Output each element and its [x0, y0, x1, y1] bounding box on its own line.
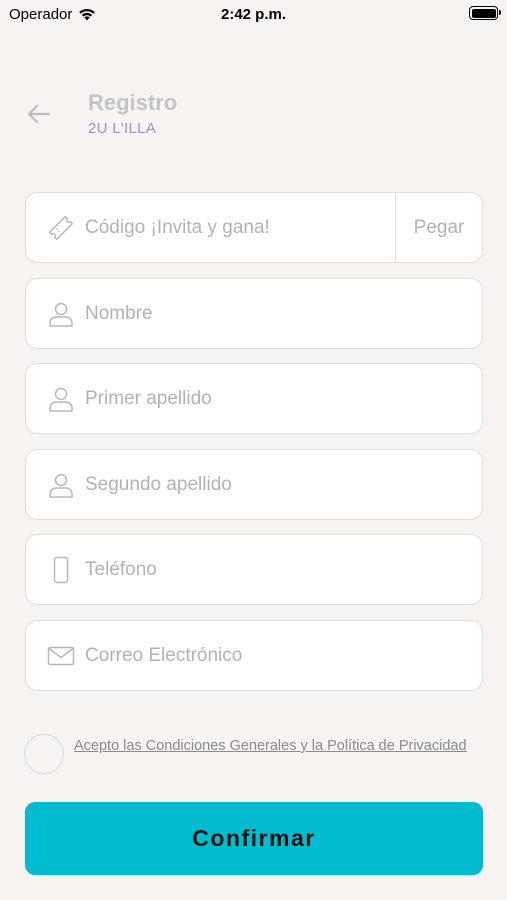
email-input[interactable] — [85, 621, 482, 690]
battery-icon — [469, 6, 501, 20]
mail-icon — [46, 641, 76, 671]
second-surname-input[interactable] — [85, 450, 482, 519]
page-subtitle: 2U L'ILLA — [88, 120, 157, 137]
status-bar: Operador 2:42 p.m. — [0, 0, 507, 30]
terms-link[interactable]: Acepto las Condiciones Generales y la Po… — [74, 736, 474, 756]
email-field[interactable] — [25, 620, 483, 691]
first-name-field[interactable] — [25, 278, 483, 349]
first-surname-field[interactable] — [25, 363, 483, 434]
invite-code-field[interactable]: Pegar — [25, 192, 483, 263]
arrow-left-icon — [27, 104, 51, 124]
phone-input[interactable] — [85, 535, 482, 604]
first-name-input[interactable] — [85, 279, 482, 348]
confirm-button[interactable]: Confirmar — [25, 802, 483, 875]
terms-row: Acepto las Condiciones Generales y la Po… — [24, 734, 484, 784]
second-surname-field[interactable] — [25, 449, 483, 520]
status-time: 2:42 p.m. — [220, 6, 287, 23]
user-icon — [46, 470, 76, 500]
terms-checkbox[interactable] — [24, 734, 64, 774]
ticket-icon — [46, 213, 76, 243]
phone-icon — [46, 555, 76, 585]
user-icon — [46, 299, 76, 329]
paste-button[interactable]: Pegar — [396, 193, 482, 262]
page-title: Registro — [88, 90, 178, 115]
first-surname-input[interactable] — [85, 364, 482, 433]
phone-field[interactable] — [25, 534, 483, 605]
header: Registro 2U L'ILLA — [0, 88, 507, 148]
user-icon — [46, 384, 76, 414]
back-button[interactable] — [25, 100, 53, 128]
invite-code-input[interactable] — [85, 193, 395, 262]
